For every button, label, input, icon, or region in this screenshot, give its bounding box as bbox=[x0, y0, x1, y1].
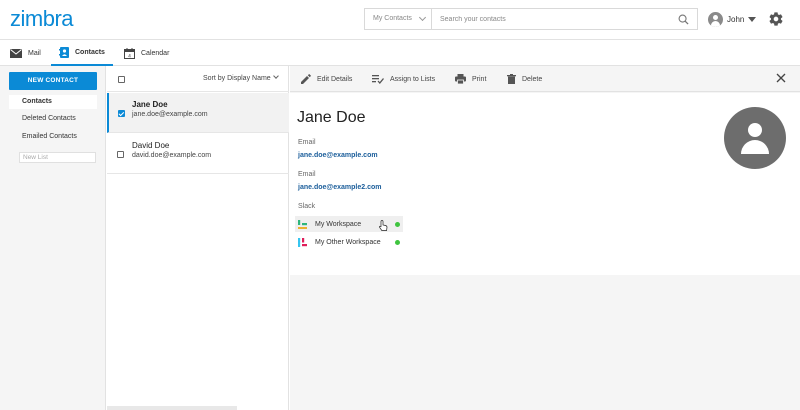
contact-checkbox[interactable] bbox=[117, 151, 124, 158]
pencil-icon bbox=[301, 74, 311, 84]
svg-text:4: 4 bbox=[128, 53, 131, 59]
edit-details-button[interactable]: Edit Details bbox=[301, 66, 352, 92]
sidebar-item-deleted-contacts[interactable]: Deleted Contacts bbox=[9, 112, 97, 126]
slack-workspace-icon bbox=[298, 219, 307, 229]
avatar bbox=[708, 11, 723, 27]
zimbra-logo[interactable]: zimbra bbox=[10, 6, 74, 32]
chevron-down-icon bbox=[418, 13, 427, 22]
contact-checkbox[interactable] bbox=[118, 110, 125, 117]
search-bar: My Contacts bbox=[364, 8, 698, 30]
trash-icon bbox=[507, 74, 516, 84]
search-scope-label: My Contacts bbox=[373, 15, 412, 22]
online-status-dot bbox=[395, 222, 400, 227]
sort-label: Sort by Display Name bbox=[203, 75, 271, 82]
slack-label: Slack bbox=[298, 203, 316, 210]
playlist-check-icon bbox=[372, 74, 384, 84]
sidebar-item-emailed-contacts[interactable]: Emailed Contacts bbox=[9, 130, 97, 144]
printer-icon bbox=[455, 74, 466, 84]
contact-name: Jane Doe bbox=[132, 100, 168, 109]
top-bar: zimbra My Contacts John bbox=[0, 0, 800, 40]
select-all-checkbox[interactable] bbox=[118, 76, 125, 83]
workspace-name: My Workspace bbox=[315, 220, 362, 228]
edit-details-label: Edit Details bbox=[317, 75, 353, 83]
email-link[interactable]: jane.doe@example.com bbox=[298, 152, 378, 159]
sort-dropdown[interactable]: Sort by Display Name bbox=[203, 73, 279, 82]
slack-workspace-item[interactable]: My Other Workspace bbox=[295, 234, 403, 250]
sidebar: NEW CONTACT Contacts Deleted Contacts Em… bbox=[0, 66, 106, 410]
tab-calendar-label: Calendar bbox=[141, 49, 170, 57]
contact-detail: Edit Details Assign to Lists Print Delet… bbox=[290, 66, 800, 410]
delete-label: Delete bbox=[522, 75, 543, 83]
user-menu[interactable]: John bbox=[708, 10, 757, 28]
chevron-down-icon bbox=[272, 73, 279, 79]
gear-icon[interactable] bbox=[768, 11, 784, 27]
email-label: Email bbox=[298, 171, 316, 178]
user-name: John bbox=[727, 14, 745, 24]
search-input[interactable] bbox=[432, 9, 678, 29]
close-icon[interactable] bbox=[776, 73, 786, 83]
tab-contacts[interactable]: Contacts bbox=[51, 40, 113, 66]
contact-email: jane.doe@example.com bbox=[132, 111, 208, 118]
contact-row[interactable]: David Doe david.doe@example.com bbox=[107, 134, 289, 174]
contact-list: Sort by Display Name Jane Doe jane.doe@e… bbox=[107, 66, 289, 410]
print-label: Print bbox=[472, 75, 487, 83]
app-nav: Mail Contacts 4 Calendar bbox=[0, 40, 800, 66]
tab-contacts-label: Contacts bbox=[75, 48, 105, 56]
contact-avatar bbox=[724, 107, 786, 169]
calendar-icon: 4 bbox=[124, 47, 135, 59]
caret-down-icon bbox=[748, 16, 757, 22]
contact-detail-name: Jane Doe bbox=[297, 109, 366, 126]
contact-card: Jane Doe Email jane.doe@example.com Emai… bbox=[290, 93, 800, 275]
delete-button[interactable]: Delete bbox=[507, 66, 542, 92]
list-header: Sort by Display Name bbox=[107, 66, 289, 92]
horizontal-scrollbar[interactable] bbox=[107, 406, 237, 410]
tab-mail[interactable]: Mail bbox=[10, 40, 41, 66]
online-status-dot bbox=[395, 240, 400, 245]
detail-toolbar: Edit Details Assign to Lists Print Delet… bbox=[290, 66, 800, 92]
contact-row[interactable]: Jane Doe jane.doe@example.com bbox=[107, 93, 289, 133]
tab-calendar[interactable]: 4 Calendar bbox=[124, 40, 169, 66]
new-contact-button[interactable]: NEW CONTACT bbox=[9, 72, 97, 90]
contact-email: david.doe@example.com bbox=[132, 152, 212, 159]
email-link[interactable]: jane.doe@example2.com bbox=[298, 184, 381, 191]
mail-icon bbox=[10, 48, 22, 58]
assign-to-lists-button[interactable]: Assign to Lists bbox=[372, 66, 435, 92]
slack-workspace-item[interactable]: My Workspace bbox=[295, 216, 403, 232]
contacts-icon bbox=[59, 46, 69, 58]
print-button[interactable]: Print bbox=[455, 66, 486, 92]
slack-workspace-icon bbox=[298, 237, 307, 247]
sidebar-item-contacts[interactable]: Contacts bbox=[9, 95, 97, 109]
tab-mail-label: Mail bbox=[28, 49, 41, 57]
hand-cursor-icon bbox=[379, 220, 388, 231]
new-list-input[interactable] bbox=[19, 152, 96, 163]
contact-name: David Doe bbox=[132, 141, 170, 150]
search-icon[interactable] bbox=[678, 14, 689, 25]
search-scope-dropdown[interactable]: My Contacts bbox=[365, 9, 432, 29]
workspace-name: My Other Workspace bbox=[315, 238, 381, 246]
assign-to-lists-label: Assign to Lists bbox=[390, 75, 436, 83]
email-label: Email bbox=[298, 139, 316, 146]
